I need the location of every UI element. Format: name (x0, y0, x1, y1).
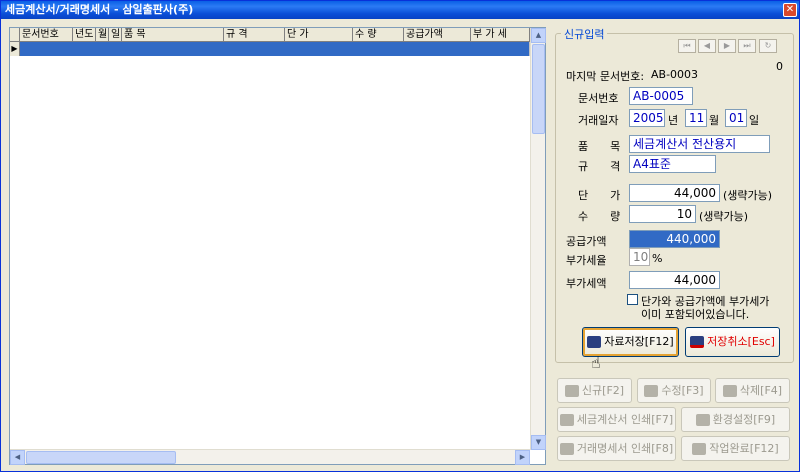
year-field[interactable]: 2005 (629, 109, 665, 127)
selected-row-cells[interactable] (20, 42, 530, 56)
nav-refresh-icon[interactable]: ↻ (759, 39, 777, 53)
delete-user-icon (722, 385, 737, 397)
item-field[interactable]: 세금계산서 전산용지 (629, 135, 770, 153)
print-statement-label: 거래명세서 인쇄[F8] (576, 442, 674, 455)
grid-header: 문서번호 년도 월 일 품 목 규 격 단 가 수 량 공급가액 부 가 세 (10, 28, 530, 42)
qty-note: (생략가능) (699, 210, 749, 223)
exit-door-icon (692, 443, 707, 455)
day-unit: 일 (749, 114, 760, 127)
col-header-vat[interactable]: 부 가 세 (471, 28, 530, 42)
table-row[interactable]: ▶ (10, 42, 530, 56)
printer-icon (559, 443, 574, 455)
supply-field[interactable]: 440,000 (629, 230, 720, 248)
print-tax-invoice-button[interactable]: 세금계산서 인쇄[F7] (557, 407, 676, 432)
scroll-up-icon[interactable]: ▲ (531, 28, 546, 43)
vat-rate-label: 부가세율 (566, 254, 607, 267)
supply-label: 공급가액 (566, 235, 607, 248)
record-counter: 0 (776, 60, 783, 73)
save-button-label: 자료저장[F12] (604, 335, 674, 348)
vertical-scroll-thumb[interactable] (532, 44, 545, 134)
last-doc-label: 마지막 문서번호: (566, 70, 645, 83)
qty-label: 수 량 (578, 210, 621, 223)
date-label: 거래일자 (578, 114, 619, 127)
vat-field[interactable]: 44,000 (629, 271, 720, 289)
price-label: 단 가 (578, 189, 621, 202)
qty-field[interactable]: 10 (629, 205, 696, 223)
title-bar[interactable]: 세금계산서/거래명세서 - 삼일출판사(주) ✕ (1, 1, 799, 19)
new-user-icon (564, 385, 579, 397)
col-header-month[interactable]: 월 (96, 28, 109, 42)
month-field[interactable]: 11 (685, 109, 707, 127)
day-field[interactable]: 01 (725, 109, 747, 127)
hand-cursor-icon: ☝ (591, 353, 601, 372)
col-header-price[interactable]: 단 가 (285, 28, 353, 42)
item-label: 품 목 (578, 140, 621, 153)
price-field[interactable]: 44,000 (629, 184, 720, 202)
doc-no-label: 문서번호 (578, 92, 619, 105)
price-note: (생략가능) (723, 189, 773, 202)
scroll-down-icon[interactable]: ▼ (531, 435, 546, 450)
horizontal-scroll-thumb[interactable] (26, 451, 176, 464)
settings-icon (695, 414, 710, 426)
finish-button-label: 작업완료[F12] (709, 442, 779, 455)
horizontal-scrollbar[interactable]: ◀ ▶ (10, 449, 530, 465)
cancel-save-button[interactable]: 저장취소[Esc] (685, 327, 780, 357)
floppy-cancel-icon (690, 336, 705, 348)
scroll-left-icon[interactable]: ◀ (10, 450, 25, 465)
group-title: 신규입력 (561, 26, 608, 42)
spec-field[interactable]: A4표준 (629, 155, 716, 173)
col-header-qty[interactable]: 수 량 (353, 28, 404, 42)
vat-rate-unit: % (652, 252, 663, 265)
col-header-day[interactable]: 일 (109, 28, 122, 42)
month-unit: 월 (709, 114, 720, 127)
printer-icon (559, 414, 574, 426)
doc-no-field[interactable]: AB-0005 (629, 87, 693, 105)
scroll-right-icon[interactable]: ▶ (515, 450, 530, 465)
year-unit: 년 (668, 114, 679, 127)
edit-icon (644, 385, 659, 397)
vat-included-checkbox[interactable] (627, 294, 638, 305)
settings-button-label: 환경설정[F9] (712, 413, 776, 426)
nav-prev-icon[interactable]: ◀ (698, 39, 716, 53)
delete-button-label: 삭제[F4] (739, 384, 783, 397)
nav-last-icon[interactable]: ⏭ (738, 39, 756, 53)
col-header-doc-no[interactable]: 문서번호 (20, 28, 73, 42)
vat-label: 부가세액 (566, 277, 607, 290)
col-header-spec[interactable]: 규 격 (224, 28, 285, 42)
delete-button[interactable]: 삭제[F4] (715, 378, 790, 403)
edit-button[interactable]: 수정[F3] (637, 378, 711, 403)
close-button[interactable]: ✕ (783, 3, 797, 17)
col-header-year[interactable]: 년도 (73, 28, 96, 42)
col-header-supply[interactable]: 공급가액 (404, 28, 471, 42)
vertical-scrollbar[interactable]: ▲ ▼ (530, 28, 546, 450)
finish-button[interactable]: 작업완료[F12] (681, 436, 790, 461)
edit-button-label: 수정[F3] (661, 384, 704, 397)
cancel-save-button-label: 저장취소[Esc] (707, 335, 775, 348)
row-indicator-icon: ▶ (10, 42, 20, 56)
main-window: 세금계산서/거래명세서 - 삼일출판사(주) ✕ 문서번호 년도 월 일 품 목… (0, 0, 800, 472)
window-title: 세금계산서/거래명세서 - 삼일출판사(주) (5, 3, 194, 16)
print-tax-invoice-label: 세금계산서 인쇄[F7] (576, 413, 674, 426)
spec-label: 규 격 (578, 160, 621, 173)
nav-first-icon[interactable]: ⏮ (678, 39, 696, 53)
floppy-disk-icon (587, 336, 602, 348)
vat-included-line2: 이미 포함되어있습니다. (641, 308, 750, 321)
new-button[interactable]: 신규[F2] (557, 378, 632, 403)
nav-next-icon[interactable]: ▶ (718, 39, 736, 53)
settings-button[interactable]: 환경설정[F9] (681, 407, 790, 432)
new-button-label: 신규[F2] (581, 384, 625, 397)
last-doc-value: AB-0003 (651, 68, 699, 81)
print-statement-button[interactable]: 거래명세서 인쇄[F8] (557, 436, 676, 461)
grid-corner (10, 28, 20, 42)
vat-rate-field[interactable]: 10 (629, 248, 650, 266)
document-grid[interactable]: 문서번호 년도 월 일 품 목 규 격 단 가 수 량 공급가액 부 가 세 ▶… (9, 27, 546, 465)
col-header-item[interactable]: 품 목 (122, 28, 224, 42)
